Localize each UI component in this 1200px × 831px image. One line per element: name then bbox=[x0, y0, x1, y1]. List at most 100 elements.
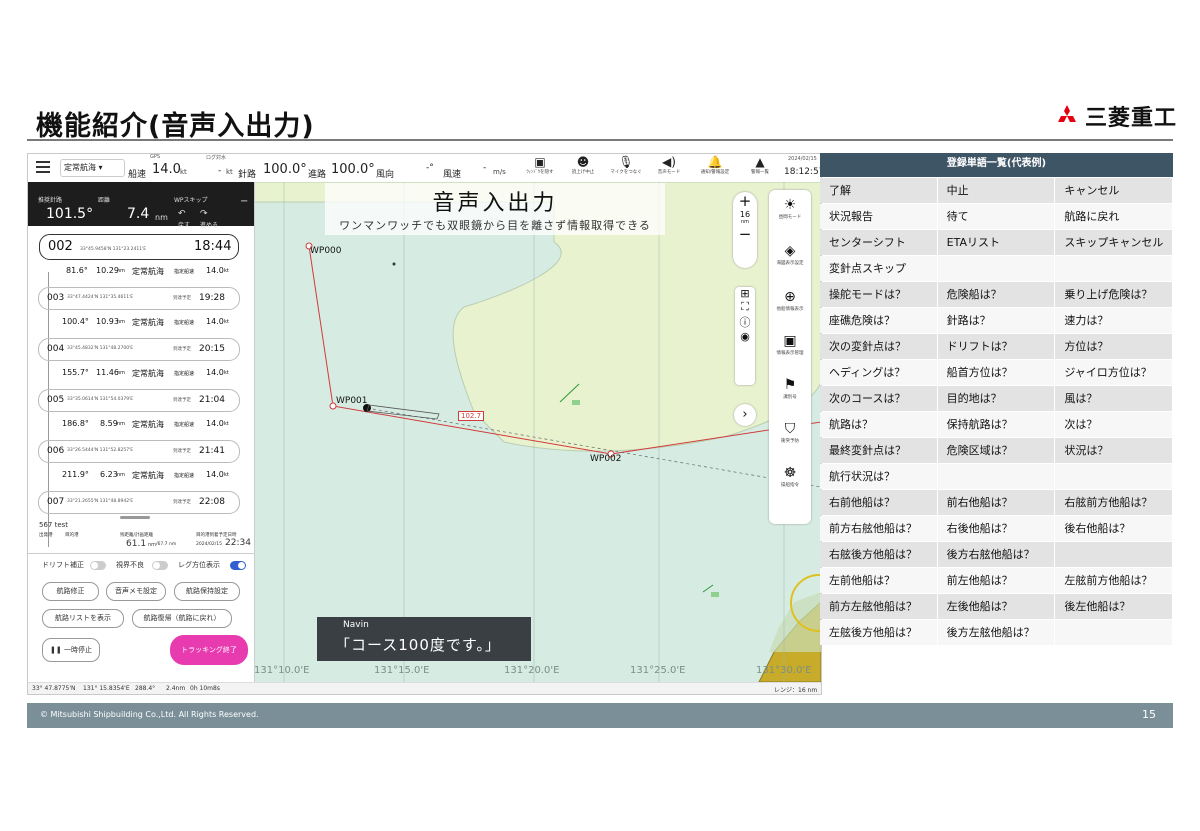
grid-label-2: 131°15.0'E bbox=[374, 665, 430, 676]
top-bar: 定常航海 ▾ GPS ログ対水 船速 14.0 kt - kt 針路 100.0… bbox=[28, 154, 821, 183]
other-ship-info-button[interactable]: ⊕ 他船情報表示 bbox=[769, 288, 811, 312]
word-cell: 次の変針点は？ bbox=[820, 334, 937, 359]
word-cell: 状況報告 bbox=[820, 204, 937, 229]
cursor-bearing: 288.4° bbox=[135, 685, 156, 692]
log-unit: kt bbox=[226, 168, 233, 176]
mic-off-icon: 🎙 bbox=[618, 155, 634, 169]
shield-icon: ⛉ bbox=[784, 421, 796, 437]
cursor-lon: 131° 15.8354'E bbox=[83, 685, 130, 692]
voice-memo-button[interactable]: 音声メモ設定 bbox=[106, 582, 166, 601]
connect-mic-button[interactable]: 🎙 マイクをつなぐ bbox=[607, 155, 645, 175]
word-cell: 保持航路は？ bbox=[937, 412, 1055, 437]
skip-back-icon[interactable]: ↶ bbox=[178, 209, 186, 219]
route-list-button[interactable]: 航路リストを表示 bbox=[42, 609, 124, 628]
route-keep-button[interactable]: 航路保持設定 bbox=[174, 582, 240, 601]
log-label: ログ対水 bbox=[206, 155, 227, 161]
banner-subtitle: ワンマンワッチでも双眼鏡から目を離さず情報取得できる bbox=[339, 219, 651, 232]
collision-avoid-button[interactable]: ⛉ 衝突予防 bbox=[769, 420, 811, 444]
word-cell: 右後他船は？ bbox=[937, 516, 1055, 541]
info-icon[interactable]: ⓘ bbox=[735, 314, 755, 330]
mode-select[interactable]: 定常航海 ▾ bbox=[60, 159, 125, 177]
word-cell: 了解 bbox=[820, 178, 937, 203]
word-cell: 次は？ bbox=[1055, 412, 1173, 437]
skip-forward-icon[interactable]: ↷ bbox=[200, 209, 208, 219]
word-cell: 後方左舷他船は？ bbox=[937, 620, 1055, 645]
distance-value: 7.4 bbox=[127, 206, 150, 222]
eta-time: 22:34 bbox=[225, 538, 251, 548]
wind-speed-unit: m/s bbox=[493, 168, 506, 176]
page-number: 15 bbox=[1142, 708, 1156, 721]
bell-icon: 🔔 bbox=[707, 155, 723, 169]
current-waypoint[interactable]: 002 33°45.9458'N 131°23.2411'E 18:44 bbox=[39, 234, 239, 260]
sun-icon: ☀ bbox=[783, 197, 797, 213]
wp-skip-label: WPスキップ bbox=[174, 197, 208, 204]
leg-bearing-toggle[interactable] bbox=[230, 561, 246, 570]
zoom-out-button[interactable]: − bbox=[733, 225, 757, 243]
dest-label: 目的港 bbox=[65, 533, 79, 538]
feature-banner: 音声入出力 ワンマンワッチでも双眼鏡から目を離さず情報取得できる bbox=[325, 183, 665, 235]
stop-reading-button[interactable]: ☻ 読上げ中止 bbox=[564, 155, 602, 175]
info-panel-icon: ▣ bbox=[783, 333, 797, 349]
remaining-value: 61.1 bbox=[126, 539, 147, 549]
helm-button[interactable]: ☸ 操船指令 bbox=[769, 464, 811, 488]
chart-display-settings-button[interactable]: ◈ 海図表示設定 bbox=[769, 242, 811, 266]
compass-icon[interactable]: ◉ bbox=[735, 330, 755, 343]
route-return-button[interactable]: 航路復帰（航路に戻れ） bbox=[132, 609, 232, 628]
wind-speed-label: 風速 bbox=[443, 170, 462, 180]
fit-view-icon[interactable]: ⛶ bbox=[735, 300, 755, 314]
word-cell: 最終変針点は？ bbox=[820, 438, 937, 463]
log-dash: - bbox=[218, 166, 222, 176]
words-row: 了解 中止 キャンセル bbox=[820, 178, 1173, 203]
waypoint-row[interactable]: 007 33°21.2655'N 131°48.8942'E 到達予定 22:08 bbox=[38, 491, 240, 514]
scroll-handle[interactable] bbox=[120, 516, 150, 519]
words-row: 状況報告 待て 航路に戻れ bbox=[820, 204, 1173, 229]
distance-label: 距離 bbox=[98, 197, 111, 204]
info-display-button[interactable]: ▣ 情報表示管理 bbox=[769, 332, 811, 356]
expand-chevron-icon[interactable]: › bbox=[734, 404, 756, 426]
waypoint-row[interactable]: 005 33°35.0614'N 131°54.0379'E 到達予定 21:04 bbox=[38, 389, 240, 412]
drift-toggle[interactable] bbox=[90, 561, 106, 570]
zoom-in-button[interactable]: + bbox=[733, 192, 757, 210]
range-readout: レンジ：16 nm bbox=[774, 687, 818, 694]
hamburger-menu-icon[interactable] bbox=[36, 161, 50, 173]
words-row: 右舷後方他船は？ 後方右舷他船は？ bbox=[820, 542, 1173, 567]
end-tracking-button[interactable]: トラッキング終了 bbox=[170, 635, 248, 665]
visibility-toggle[interactable] bbox=[152, 561, 168, 570]
route-panel: 推奨針路 101.5° 距離 7.4 nm WPスキップ ↶ 戻す ↷ 進める … bbox=[28, 182, 255, 694]
word-cell: 次のコースは？ bbox=[820, 386, 937, 411]
hide-window-button[interactable]: ▣ ｳｨﾝﾄﾞｳを隠す bbox=[521, 155, 559, 175]
alarm-list-button[interactable]: ▲ 警報一覧 bbox=[741, 155, 779, 175]
heading-value: 100.0° bbox=[263, 162, 307, 177]
voice-mode-button[interactable]: ◀) 音声モード bbox=[650, 155, 688, 175]
words-row: 航行状況は？ bbox=[820, 464, 1173, 489]
course-value: 100.0° bbox=[331, 162, 375, 177]
course-label: 進路 bbox=[308, 170, 327, 180]
collapse-icon[interactable]: − bbox=[240, 196, 248, 207]
word-cell: 乗り上げ危険は？ bbox=[1055, 282, 1173, 307]
word-cell: 待て bbox=[937, 204, 1055, 229]
visibility-toggle-label: 視界不良 bbox=[116, 561, 144, 569]
gps-label: GPS bbox=[150, 154, 161, 160]
word-cell: 後左他船は？ bbox=[1055, 594, 1173, 619]
north-up-icon[interactable]: ⊞ bbox=[735, 287, 755, 300]
waypoint-row[interactable]: 004 33°45.4832'N 131°48.2700'E 到達予定 20:15 bbox=[38, 338, 240, 361]
waypoint-row[interactable]: 003 33°47.4424'N 131°35.4611'E 到達予定 19:28 bbox=[38, 287, 240, 310]
flag-button[interactable]: ⚑ 識別号 bbox=[769, 376, 811, 400]
three-diamonds-logo-icon bbox=[1058, 105, 1076, 122]
alert-settings-button[interactable]: 🔔 通知/警報設定 bbox=[696, 155, 734, 175]
word-cell: ドリフトは？ bbox=[937, 334, 1055, 359]
caption-text: 「コース100度です。」 bbox=[335, 636, 501, 654]
word-cell: 中止 bbox=[937, 178, 1055, 203]
words-row: 前方左舷他船は？ 左後他船は？ 後左他船は？ bbox=[820, 594, 1173, 619]
leg-course-label: 102.7 bbox=[458, 411, 485, 421]
ship-outline bbox=[366, 404, 440, 420]
word-cell: 針路は？ bbox=[937, 308, 1055, 333]
company-logo: 三菱重工 bbox=[1055, 100, 1177, 132]
pause-button[interactable]: ❚❚ 一時停止 bbox=[42, 638, 100, 662]
day-mode-button[interactable]: ☀ 昼間モード bbox=[769, 196, 811, 220]
route-edit-button[interactable]: 航路修正 bbox=[42, 582, 99, 601]
wp001-label: WP001 bbox=[336, 396, 368, 406]
coast-land-2 bbox=[769, 592, 821, 652]
word-cell: ジャイロ方位は？ bbox=[1055, 360, 1173, 385]
waypoint-row[interactable]: 006 33°26.5444'N 131°52.8257'E 到達予定 21:41 bbox=[38, 440, 240, 463]
